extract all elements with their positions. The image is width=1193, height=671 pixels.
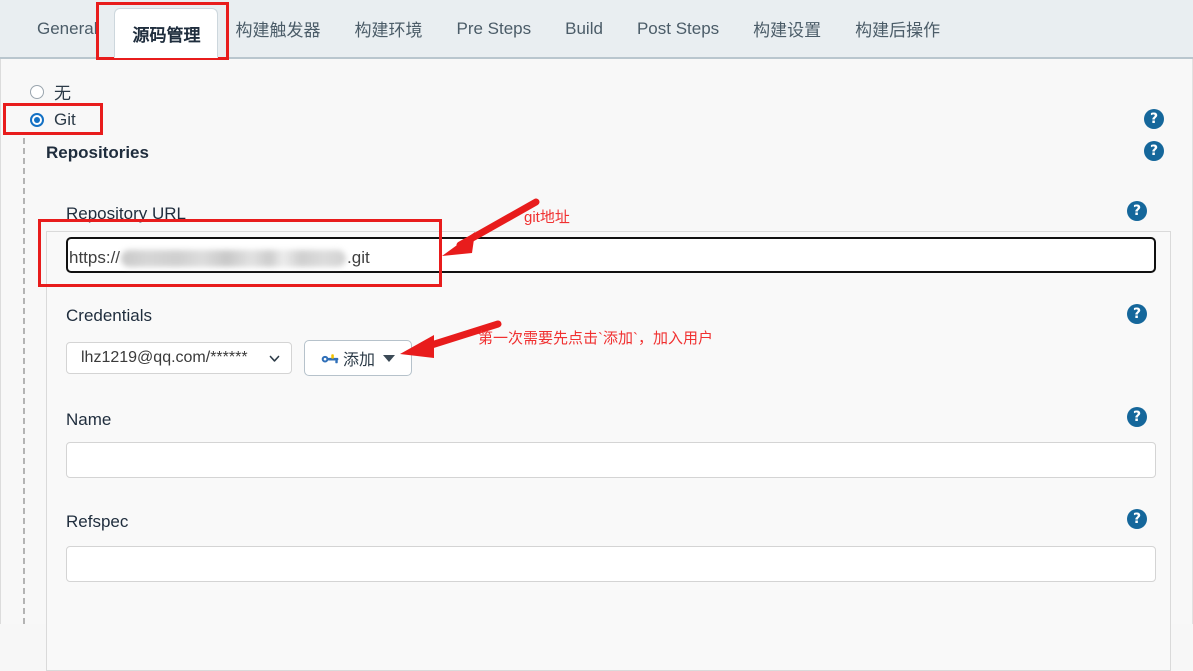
tab-label: 构建环境 bbox=[354, 21, 423, 40]
tab-label: 构建后操作 bbox=[855, 21, 941, 40]
tab-build[interactable]: Build bbox=[548, 0, 620, 57]
tab-build-environment[interactable]: 构建环境 bbox=[337, 0, 439, 57]
name-input[interactable] bbox=[66, 442, 1156, 478]
tab-post-build-actions[interactable]: 构建后操作 bbox=[838, 0, 957, 57]
tab-list: General 源码管理 构建触发器 构建环境 Pre Steps Build … bbox=[0, 0, 1193, 58]
refspec-label: Refspec bbox=[66, 512, 129, 531]
credentials-add-button-label: 添加 bbox=[342, 352, 375, 369]
tab-pre-steps[interactable]: Pre Steps bbox=[439, 0, 548, 57]
tab-scm[interactable]: 源码管理 bbox=[114, 8, 219, 58]
help-icon-git[interactable]: ? bbox=[1144, 109, 1164, 129]
tab-label: Post Steps bbox=[636, 18, 720, 38]
radio-scm-none[interactable]: 无 bbox=[30, 79, 71, 104]
tab-label: Build bbox=[565, 18, 603, 38]
tab-build-settings[interactable]: 构建设置 bbox=[736, 0, 838, 57]
name-label: Name bbox=[66, 410, 112, 429]
tab-label: 源码管理 bbox=[132, 25, 201, 45]
credentials-selected-value: lhz1219@qq.com/****** bbox=[81, 349, 248, 366]
credentials-add-button[interactable]: 添加 bbox=[304, 340, 412, 376]
tab-build-triggers[interactable]: 构建触发器 bbox=[218, 0, 337, 57]
tab-general[interactable]: General bbox=[20, 0, 114, 57]
repository-url-input[interactable] bbox=[66, 237, 1156, 273]
tab-label: Pre Steps bbox=[456, 18, 532, 38]
refspec-input[interactable] bbox=[66, 546, 1156, 582]
tab-label: 构建触发器 bbox=[235, 21, 321, 40]
help-icon-credentials[interactable]: ? bbox=[1127, 304, 1147, 324]
chevron-down-icon bbox=[269, 355, 280, 362]
radio-dot-icon bbox=[30, 113, 44, 127]
radio-scm-git[interactable]: Git bbox=[30, 110, 76, 130]
tab-post-steps[interactable]: Post Steps bbox=[620, 0, 736, 57]
tab-bar: General 源码管理 构建触发器 构建环境 Pre Steps Build … bbox=[0, 0, 1193, 59]
radio-label: 无 bbox=[54, 84, 71, 103]
help-icon-name[interactable]: ? bbox=[1127, 407, 1147, 427]
tab-label: 构建设置 bbox=[753, 21, 822, 40]
key-icon bbox=[321, 354, 339, 364]
credentials-label: Credentials bbox=[66, 306, 152, 325]
tab-label: General bbox=[37, 18, 98, 38]
help-icon-repository-url[interactable]: ? bbox=[1127, 201, 1147, 221]
repository-url-label: Repository URL bbox=[66, 204, 186, 223]
credentials-select[interactable]: lhz1219@qq.com/****** bbox=[66, 342, 292, 374]
repositories-section-title: Repositories bbox=[46, 143, 149, 162]
indent-guide-line bbox=[23, 138, 25, 624]
radio-dot-icon bbox=[30, 84, 44, 99]
help-icon-refspec[interactable]: ? bbox=[1127, 509, 1147, 529]
scm-config-panel: 无 Git Repositories Repository URL Creden… bbox=[0, 59, 1193, 671]
radio-label: Git bbox=[54, 110, 76, 129]
caret-down-icon bbox=[383, 354, 395, 362]
help-icon-repositories[interactable]: ? bbox=[1144, 141, 1164, 161]
